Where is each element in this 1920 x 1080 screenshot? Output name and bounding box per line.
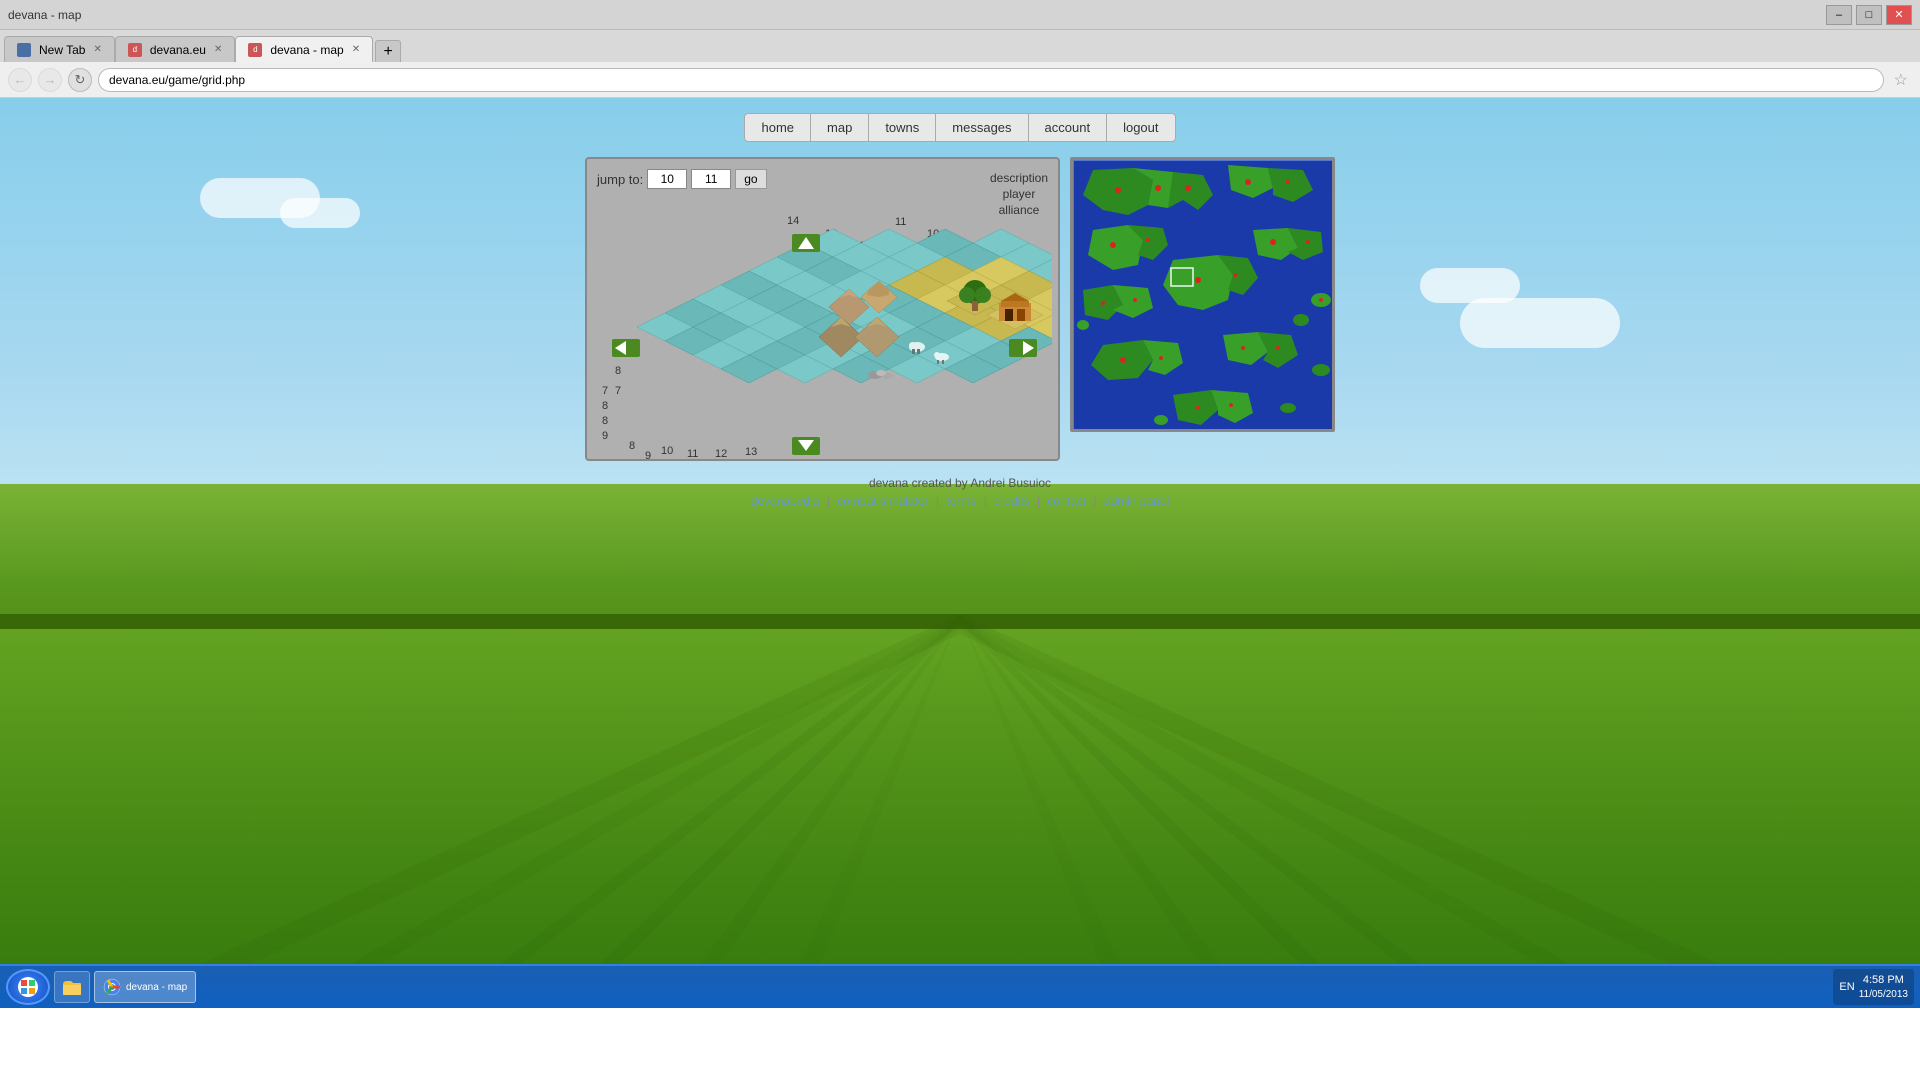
- tab-label: New Tab: [39, 43, 85, 57]
- svg-text:12: 12: [715, 448, 727, 459]
- iso-map-svg: 7 8 8 9 8 9 10 11 12 13 14 13: [597, 199, 1052, 459]
- separator: |: [984, 494, 987, 508]
- svg-text:7: 7: [615, 385, 621, 397]
- system-tray: EN 4:58 PM 11/05/2013: [1833, 969, 1914, 1004]
- svg-text:13: 13: [745, 446, 757, 458]
- jump-label: jump to:: [597, 172, 643, 187]
- tab-favicon: [17, 43, 31, 57]
- reload-button[interactable]: ↻: [68, 68, 92, 92]
- clock: 4:58 PM 11/05/2013: [1859, 973, 1908, 1000]
- link-terms[interactable]: terms: [946, 494, 976, 508]
- minimap-panel: [1070, 157, 1335, 432]
- tab-label: devana - map: [270, 43, 343, 57]
- svg-text:8: 8: [602, 400, 608, 412]
- forward-button[interactable]: →: [38, 68, 62, 92]
- tab-devana-map[interactable]: d devana - map ✕: [235, 36, 373, 62]
- tabs-bar: New Tab ✕ d devana.eu ✕ d devana - map ✕…: [0, 30, 1920, 62]
- tab-favicon: d: [128, 43, 142, 57]
- taskbar-chrome-label: devana - map: [126, 982, 187, 993]
- link-contact[interactable]: contact: [1047, 494, 1086, 508]
- svg-text:8: 8: [615, 365, 621, 377]
- svg-text:9: 9: [602, 430, 608, 442]
- tab-close-icon[interactable]: ✕: [93, 44, 101, 55]
- svg-text:11: 11: [687, 448, 698, 459]
- address-input[interactable]: [98, 68, 1884, 92]
- link-devanapedia[interactable]: devanapedia: [751, 494, 820, 508]
- separator: |: [827, 494, 830, 508]
- taskbar-right: EN 4:58 PM 11/05/2013: [1833, 969, 1914, 1004]
- svg-text:7: 7: [602, 385, 608, 397]
- tab-favicon: d: [248, 43, 262, 57]
- svg-text:9: 9: [645, 450, 651, 459]
- jump-controls: jump to: go: [597, 169, 1048, 189]
- window-title: devana - map: [8, 8, 81, 22]
- lang-indicator: EN: [1839, 981, 1854, 993]
- field-rows: [0, 614, 1920, 964]
- separator: |: [936, 494, 939, 508]
- jump-y-input[interactable]: [691, 169, 731, 189]
- jump-x-input[interactable]: [647, 169, 687, 189]
- minimap-svg: [1073, 160, 1333, 430]
- svg-text:14: 14: [787, 215, 799, 227]
- footer-credit: devana created by Andrei Busuioc: [0, 476, 1920, 490]
- start-button[interactable]: [6, 969, 50, 1005]
- bookmark-star-icon[interactable]: ☆: [1890, 70, 1912, 90]
- nav-logout[interactable]: logout: [1107, 114, 1174, 141]
- game-area: jump to: go description player alliance …: [0, 157, 1920, 461]
- new-tab-button[interactable]: +: [375, 40, 401, 62]
- map-panel: jump to: go description player alliance …: [585, 157, 1060, 461]
- iso-map: 7 8 8 9 8 9 10 11 12 13 14 13: [597, 199, 1052, 449]
- address-bar-row: ← → ↻ ☆: [0, 62, 1920, 98]
- link-credits[interactable]: credits: [994, 494, 1029, 508]
- tab-close-icon[interactable]: ✕: [214, 44, 222, 55]
- tab-label: devana.eu: [150, 43, 206, 57]
- game-ui: home map towns messages account logout j…: [0, 98, 1920, 513]
- close-button[interactable]: ✕: [1886, 5, 1912, 25]
- nav-bar: home map towns messages account logout: [0, 98, 1920, 157]
- clock-time: 4:58 PM: [1859, 973, 1908, 987]
- go-button[interactable]: go: [735, 169, 766, 189]
- tab-devana-eu[interactable]: d devana.eu ✕: [115, 36, 235, 62]
- tab-close-icon[interactable]: ✕: [352, 44, 360, 55]
- svg-text:8: 8: [602, 415, 608, 427]
- title-bar: devana - map – □ ✕: [0, 0, 1920, 30]
- nav-home[interactable]: home: [745, 114, 811, 141]
- nav-account[interactable]: account: [1029, 114, 1108, 141]
- nav-towns[interactable]: towns: [869, 114, 936, 141]
- windows-logo-icon: [18, 977, 38, 997]
- nav-menu: home map towns messages account logout: [744, 113, 1175, 142]
- svg-text:10: 10: [661, 445, 673, 457]
- minimize-button[interactable]: –: [1826, 5, 1852, 25]
- maximize-button[interactable]: □: [1856, 5, 1882, 25]
- nav-messages[interactable]: messages: [936, 114, 1028, 141]
- legend-description: description: [990, 171, 1048, 185]
- footer: devana created by Andrei Busuioc devanap…: [0, 461, 1920, 513]
- link-admin-panel[interactable]: admin panel: [1104, 494, 1169, 508]
- nav-map[interactable]: map: [811, 114, 869, 141]
- folder-icon: [63, 979, 81, 995]
- link-combat-simulator[interactable]: combat simulator: [837, 494, 928, 508]
- separator: |: [1093, 494, 1096, 508]
- window-controls: – □ ✕: [1826, 5, 1912, 25]
- separator: |: [1037, 494, 1040, 508]
- svg-text:11: 11: [895, 216, 906, 228]
- chrome-icon: [103, 978, 121, 996]
- taskbar-folder[interactable]: [54, 971, 90, 1003]
- tab-new-tab[interactable]: New Tab ✕: [4, 36, 115, 62]
- back-button[interactable]: ←: [8, 68, 32, 92]
- taskbar-chrome[interactable]: devana - map: [94, 971, 196, 1003]
- svg-text:8: 8: [629, 440, 635, 452]
- footer-links: devanapedia | combat simulator | terms |…: [0, 494, 1920, 508]
- clock-date: 11/05/2013: [1859, 988, 1908, 1001]
- page-content: home map towns messages account logout j…: [0, 98, 1920, 1008]
- taskbar: devana - map EN 4:58 PM 11/05/2013: [0, 964, 1920, 1008]
